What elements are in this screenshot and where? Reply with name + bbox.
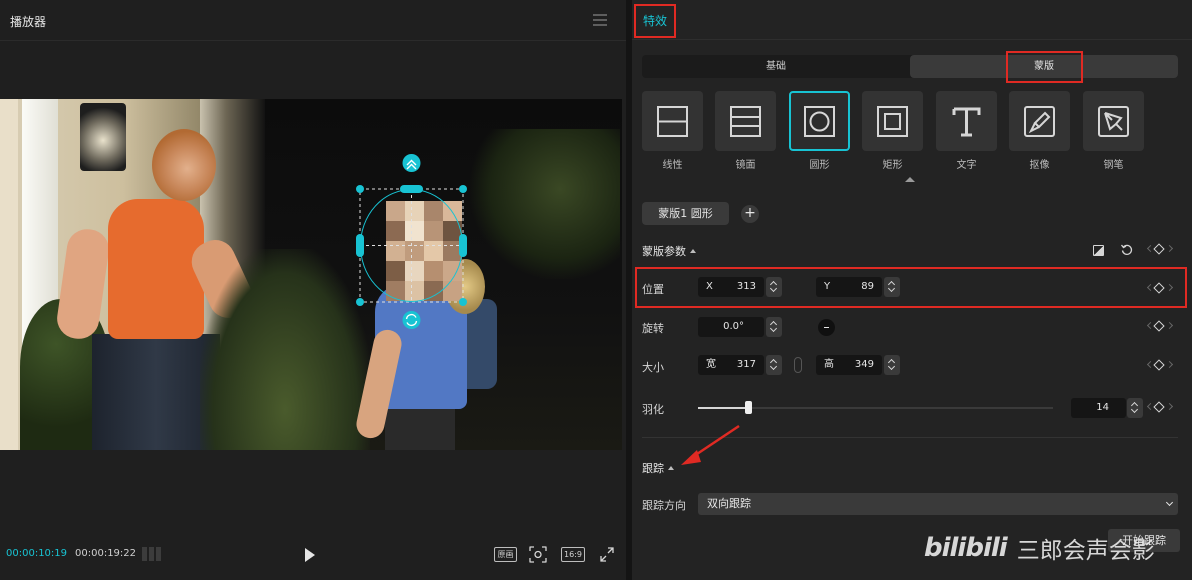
player-panel: 播放器 00:00:10:19 00:00:19:22 原画 16:9 bbox=[0, 0, 626, 580]
position-y-value: 89 bbox=[861, 281, 874, 292]
feather-label: 羽化 bbox=[642, 403, 664, 416]
mask-type-label: 文字 bbox=[956, 160, 977, 171]
size-height-field[interactable]: 高 349 bbox=[816, 355, 882, 375]
mask-type-linear[interactable]: 线性 bbox=[642, 91, 703, 171]
rotation-knob[interactable] bbox=[818, 319, 835, 336]
annotation-arrow bbox=[681, 424, 740, 465]
height-prefix: 高 bbox=[824, 359, 834, 370]
rotation-field[interactable]: 0.0° bbox=[698, 317, 764, 337]
feather-value: 14 bbox=[1096, 402, 1109, 413]
watermark: bilibili 三郎会声会影 bbox=[924, 528, 1155, 568]
ratio-16-9-button[interactable]: 16:9 bbox=[561, 547, 585, 562]
tracking-header[interactable]: 跟踪 bbox=[642, 460, 674, 476]
text-mask-icon bbox=[952, 107, 981, 137]
size-width-value: 317 bbox=[736, 359, 756, 370]
invert-mask-icon[interactable] bbox=[1093, 245, 1104, 256]
mask-item-chip[interactable]: 蒙版1 圆形 bbox=[642, 202, 729, 225]
feather-stepper[interactable] bbox=[1127, 398, 1143, 418]
mask-params-header[interactable]: 蒙版参数 bbox=[642, 243, 696, 259]
circle-mask-icon bbox=[804, 106, 835, 137]
circle-mask-overlay[interactable] bbox=[0, 99, 622, 450]
link-icon[interactable] bbox=[794, 357, 802, 373]
pen-mask-icon bbox=[1098, 106, 1129, 137]
keyframe-icon[interactable] bbox=[1145, 359, 1175, 372]
mask-type-label: 抠像 bbox=[1029, 160, 1050, 171]
menu-icon[interactable] bbox=[593, 14, 607, 26]
position-y-stepper[interactable] bbox=[884, 277, 900, 297]
ratio-original-button[interactable]: 原画 bbox=[494, 547, 517, 562]
rotation-label: 旋转 bbox=[642, 322, 664, 335]
total-time: 00:00:19:22 bbox=[75, 548, 137, 559]
tracking-direction-value: 双向跟踪 bbox=[707, 497, 751, 510]
feather-field[interactable]: 14 bbox=[1071, 398, 1126, 418]
mask-type-circle[interactable]: 圆形 bbox=[789, 91, 850, 171]
rotation-value: 0.0° bbox=[723, 321, 744, 332]
keyframe-icon[interactable] bbox=[1145, 243, 1175, 256]
position-y-field[interactable]: Y 89 bbox=[816, 277, 882, 297]
reset-icon[interactable] bbox=[1121, 244, 1133, 256]
mask-type-pen[interactable]: 钢笔 bbox=[1083, 91, 1144, 171]
chevron-down-icon bbox=[1165, 498, 1174, 507]
timeline-icon[interactable] bbox=[142, 547, 164, 561]
mask-type-label: 线性 bbox=[662, 160, 683, 171]
rotation-stepper[interactable] bbox=[766, 317, 782, 337]
position-x-stepper[interactable] bbox=[766, 277, 782, 297]
player-header: 播放器 bbox=[0, 0, 626, 41]
mask-type-mirror[interactable]: 镜面 bbox=[715, 91, 776, 171]
mask-type-label: 矩形 bbox=[882, 160, 903, 171]
mirror-mask-icon bbox=[730, 106, 761, 137]
bilibili-logo: bilibili bbox=[924, 533, 1008, 563]
caret-up-icon bbox=[905, 177, 915, 182]
watermark-text: 三郎会声会影 bbox=[1016, 538, 1155, 564]
mask-params-title: 蒙版参数 bbox=[642, 245, 686, 258]
position-x-field[interactable]: X 313 bbox=[698, 277, 764, 297]
subtab-basic[interactable]: 基础 bbox=[642, 55, 910, 78]
fullscreen-icon[interactable] bbox=[599, 546, 615, 563]
play-button[interactable] bbox=[303, 547, 317, 563]
position-x-value: 313 bbox=[736, 281, 756, 292]
subtab-bar: 基础 蒙版 bbox=[642, 55, 1178, 78]
size-label: 大小 bbox=[642, 361, 664, 374]
mask-type-label: 镜面 bbox=[735, 160, 756, 171]
mask-type-rectangle[interactable]: 矩形 bbox=[862, 91, 923, 171]
tab-effects[interactable]: 特效 bbox=[634, 4, 676, 38]
fit-view-icon[interactable] bbox=[529, 546, 547, 563]
feather-slider-fill bbox=[698, 407, 748, 409]
tracking-direction-select[interactable]: 双向跟踪 bbox=[698, 493, 1178, 515]
video-preview[interactable] bbox=[0, 99, 622, 450]
size-height-value: 349 bbox=[854, 359, 874, 370]
y-prefix: Y bbox=[824, 281, 831, 292]
cutout-mask-icon bbox=[1024, 106, 1055, 137]
collapse-icon bbox=[690, 249, 696, 253]
current-time: 00:00:10:19 bbox=[6, 548, 68, 559]
effects-header: 特效 bbox=[632, 0, 1192, 40]
mask-type-label: 圆形 bbox=[809, 160, 830, 171]
feather-slider-thumb[interactable] bbox=[745, 401, 752, 414]
keyframe-icon[interactable] bbox=[1145, 401, 1175, 414]
size-width-field[interactable]: 宽 317 bbox=[698, 355, 764, 375]
effects-panel: 特效 基础 蒙版 线性 镜面 圆形 矩形 文字 抠像 钢笔 蒙版1 圆形 + 蒙… bbox=[632, 0, 1192, 580]
size-height-stepper[interactable] bbox=[884, 355, 900, 375]
collapse-icon bbox=[668, 466, 674, 470]
linear-mask-icon bbox=[657, 106, 688, 137]
keyframe-icon[interactable] bbox=[1145, 320, 1175, 333]
player-controls: 00:00:10:19 00:00:19:22 原画 16:9 bbox=[0, 540, 626, 570]
tracking-title: 跟踪 bbox=[642, 462, 664, 475]
rectangle-mask-icon bbox=[877, 106, 908, 137]
keyframe-icon[interactable] bbox=[1145, 282, 1175, 295]
tracking-direction-label: 跟踪方向 bbox=[642, 499, 686, 512]
mask-type-text[interactable]: 文字 bbox=[936, 91, 997, 171]
mask-tab-highlight-box bbox=[1006, 51, 1083, 83]
player-title: 播放器 bbox=[10, 15, 47, 29]
add-mask-button[interactable]: + bbox=[741, 205, 759, 223]
width-prefix: 宽 bbox=[706, 359, 716, 370]
size-width-stepper[interactable] bbox=[766, 355, 782, 375]
mask-type-label: 钢笔 bbox=[1103, 160, 1124, 171]
mask-type-cutout[interactable]: 抠像 bbox=[1009, 91, 1070, 171]
mask-type-list: 线性 镜面 圆形 矩形 文字 抠像 钢笔 bbox=[642, 91, 1162, 181]
position-label: 位置 bbox=[642, 283, 664, 296]
x-prefix: X bbox=[706, 281, 713, 292]
